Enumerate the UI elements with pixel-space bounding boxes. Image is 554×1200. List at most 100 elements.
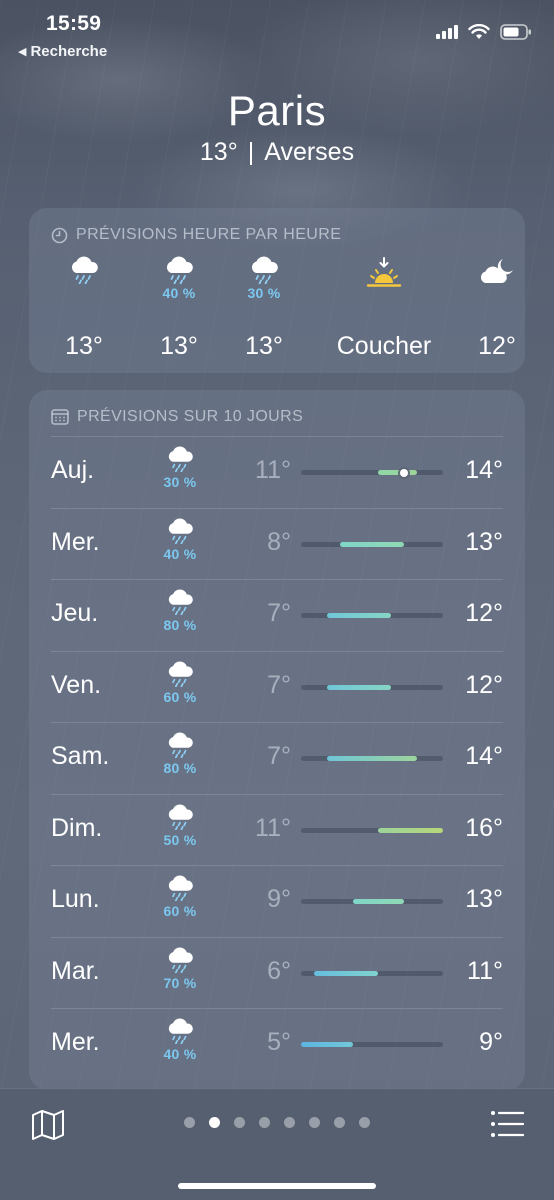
page-dot[interactable]	[234, 1117, 245, 1128]
row-divider	[51, 579, 503, 580]
temperature-range-bar	[326, 756, 418, 761]
precipitation-probability: 80 %	[163, 760, 197, 776]
high-temperature: 14°	[465, 456, 503, 484]
low-temperature: 11°	[255, 813, 291, 842]
day-weather: 40 %	[157, 1018, 203, 1062]
precipitation-probability: 30 %	[247, 285, 281, 301]
temperature-range-track	[301, 899, 443, 904]
row-divider	[51, 507, 503, 509]
day-weather: 50 %	[157, 803, 203, 848]
rain-cloud-icon	[67, 256, 101, 289]
locations-list-button[interactable]	[490, 1109, 525, 1139]
precipitation-probability: 60 %	[163, 903, 197, 919]
battery-icon	[500, 24, 531, 40]
hourly-item: 12°	[452, 256, 525, 360]
hourly-item: 30 % 13°	[219, 256, 309, 360]
page-dot[interactable]	[259, 1117, 270, 1128]
ten-day-forecast-card[interactable]: PRÉVISIONS SUR 10 JOURS Auj. 30 % 11° 14° Me…	[29, 390, 525, 1090]
precipitation-probability: 40 %	[162, 285, 196, 301]
hourly-icon-box	[329, 256, 439, 314]
high-temperature: 13°	[465, 527, 503, 556]
row-divider	[51, 1008, 503, 1009]
hourly-icon-box	[39, 256, 129, 314]
current-temperature-dot	[400, 468, 409, 477]
page-dot[interactable]	[359, 1117, 370, 1128]
hourly-forecast-card[interactable]: PRÉVISIONS HEURE PAR HEURE 13° 40 % 13° 30 …	[29, 208, 525, 373]
low-temperature: 9°	[267, 885, 291, 913]
row-divider	[51, 793, 503, 795]
day-weather: 40 %	[157, 517, 203, 562]
temperature-range-track	[301, 1042, 443, 1047]
temperature-range-track	[301, 970, 443, 976]
clock-icon	[51, 227, 68, 243]
temperature-range-bar	[339, 541, 405, 547]
temperature-range-track	[301, 613, 443, 618]
page-dot-active[interactable]	[209, 1117, 220, 1128]
ten-day-forecast-title: PRÉVISIONS SUR 10 JOURS	[51, 408, 303, 426]
separator: |	[247, 138, 255, 166]
low-temperature: 5°	[267, 1028, 291, 1056]
low-temperature: 7°	[267, 742, 291, 770]
hourly-icon-box: 40 %	[134, 256, 224, 314]
home-indicator[interactable]	[178, 1183, 376, 1189]
rain-cloud-icon	[164, 517, 196, 548]
day-row[interactable]: Mer. 40 % 5° 9°	[29, 1008, 525, 1079]
temperature-range-bar	[378, 827, 443, 833]
precipitation-probability: 30 %	[163, 474, 197, 490]
wifi-icon	[468, 24, 490, 39]
temperature-range-bar	[301, 1042, 353, 1047]
day-row[interactable]: Dim. 50 % 11° 16°	[29, 793, 525, 865]
hourly-label: Coucher	[336, 332, 432, 360]
day-name: Sam.	[51, 742, 110, 770]
page-dot[interactable]	[334, 1117, 345, 1128]
precipitation-probability: 80 %	[163, 617, 197, 633]
day-row[interactable]: Mar. 70 % 6° 11°	[29, 936, 525, 1008]
page-dot[interactable]	[309, 1117, 320, 1128]
temperature-range-track	[301, 468, 443, 477]
day-row[interactable]: Mer. 40 % 8° 13°	[29, 507, 525, 579]
temperature-range-track	[301, 756, 443, 761]
hourly-label: 12°	[478, 332, 516, 360]
day-row[interactable]: Auj. 30 % 11° 14°	[29, 436, 525, 507]
back-to-search-button[interactable]: ◀ Recherche	[18, 43, 107, 60]
day-weather: 60 %	[157, 875, 203, 919]
page-dot[interactable]	[184, 1117, 195, 1128]
row-divider	[51, 936, 503, 938]
temperature-range-track	[301, 684, 443, 690]
day-row[interactable]: Lun. 60 % 9° 13°	[29, 865, 525, 936]
row-divider	[51, 650, 503, 652]
hourly-label: 13°	[245, 332, 283, 360]
back-label: Recherche	[30, 43, 108, 60]
day-name: Mar.	[51, 956, 100, 985]
day-weather: 80 %	[157, 589, 203, 633]
row-divider	[51, 722, 503, 723]
high-temperature: 16°	[465, 813, 503, 842]
hourly-item: Coucher	[329, 256, 439, 360]
hourly-icon-box	[452, 256, 525, 314]
hourly-label: 13°	[65, 332, 103, 360]
day-row[interactable]: Jeu. 80 % 7° 12°	[29, 579, 525, 650]
location-header: Paris 13° | Averses	[0, 86, 554, 167]
precipitation-probability: 50 %	[163, 831, 197, 848]
day-row[interactable]: Sam. 80 % 7° 14°	[29, 722, 525, 793]
day-name: Dim.	[51, 813, 103, 842]
temperature-range-bar	[352, 899, 405, 904]
high-temperature: 12°	[465, 599, 503, 627]
cellular-signal-icon	[436, 25, 458, 39]
cloud-moon-icon	[477, 256, 517, 291]
high-temperature: 11°	[467, 956, 503, 985]
condition-text: Averses	[264, 138, 355, 166]
rain-cloud-icon	[164, 803, 196, 834]
day-weather: 60 %	[157, 660, 203, 705]
high-temperature: 14°	[465, 742, 503, 770]
low-temperature: 11°	[255, 456, 291, 484]
day-weather: 30 %	[157, 446, 203, 490]
temperature-range-bar	[326, 684, 392, 690]
page-indicator[interactable]	[0, 1117, 554, 1128]
bottom-toolbar	[0, 1088, 554, 1200]
page-dot[interactable]	[284, 1117, 295, 1128]
day-row[interactable]: Ven. 60 % 7° 12°	[29, 650, 525, 722]
day-name: Mer.	[51, 1028, 100, 1056]
temperature-range-track	[301, 827, 443, 833]
current-conditions: 13° | Averses	[0, 138, 554, 167]
